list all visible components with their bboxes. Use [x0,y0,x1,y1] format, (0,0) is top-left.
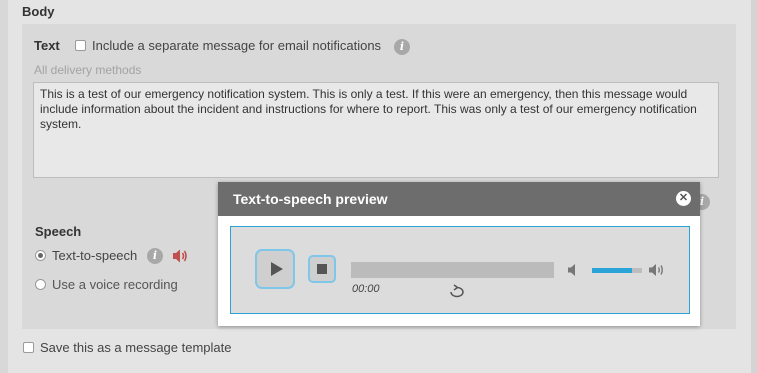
info-icon[interactable]: i [394,39,410,55]
dialog-header: Text-to-speech preview ✕ [218,182,700,216]
dialog-title: Text-to-speech preview [233,191,388,207]
audio-player: 00:00 [230,226,690,314]
right-edge [751,0,757,373]
volume-mute-icon[interactable] [567,263,581,280]
volume-max-icon[interactable] [648,263,668,280]
tts-preview-dialog: Text-to-speech preview ✕ 00:00 [218,182,700,326]
volume-slider[interactable] [592,268,642,273]
message-textarea[interactable]: This is a test of our emergency notifica… [33,82,719,178]
play-button[interactable] [255,249,295,289]
speech-section-label: Speech [35,224,82,239]
save-template-checkbox-label[interactable]: Save this as a message template [40,340,232,355]
email-message-checkbox-label[interactable]: Include a separate message for email not… [92,38,381,53]
voice-recording-radio-label[interactable]: Use a voice recording [52,277,178,292]
save-template-checkbox[interactable] [23,342,34,353]
speaker-icon[interactable] [171,247,189,268]
text-section-label: Text [34,38,60,53]
delivery-methods-hint: All delivery methods [34,63,142,77]
close-icon[interactable]: ✕ [676,191,691,206]
info-icon[interactable]: i [147,248,163,264]
current-time: 00:00 [352,283,380,295]
voice-recording-radio[interactable] [35,279,46,290]
volume-level [592,268,632,273]
loop-icon[interactable] [447,283,467,302]
progress-bar[interactable] [351,262,554,278]
text-to-speech-radio[interactable] [35,250,46,261]
text-to-speech-radio-label[interactable]: Text-to-speech [52,248,137,263]
email-message-checkbox[interactable] [75,40,86,51]
left-edge [0,0,8,373]
stop-button[interactable] [308,255,336,283]
body-section-title: Body [22,4,55,19]
